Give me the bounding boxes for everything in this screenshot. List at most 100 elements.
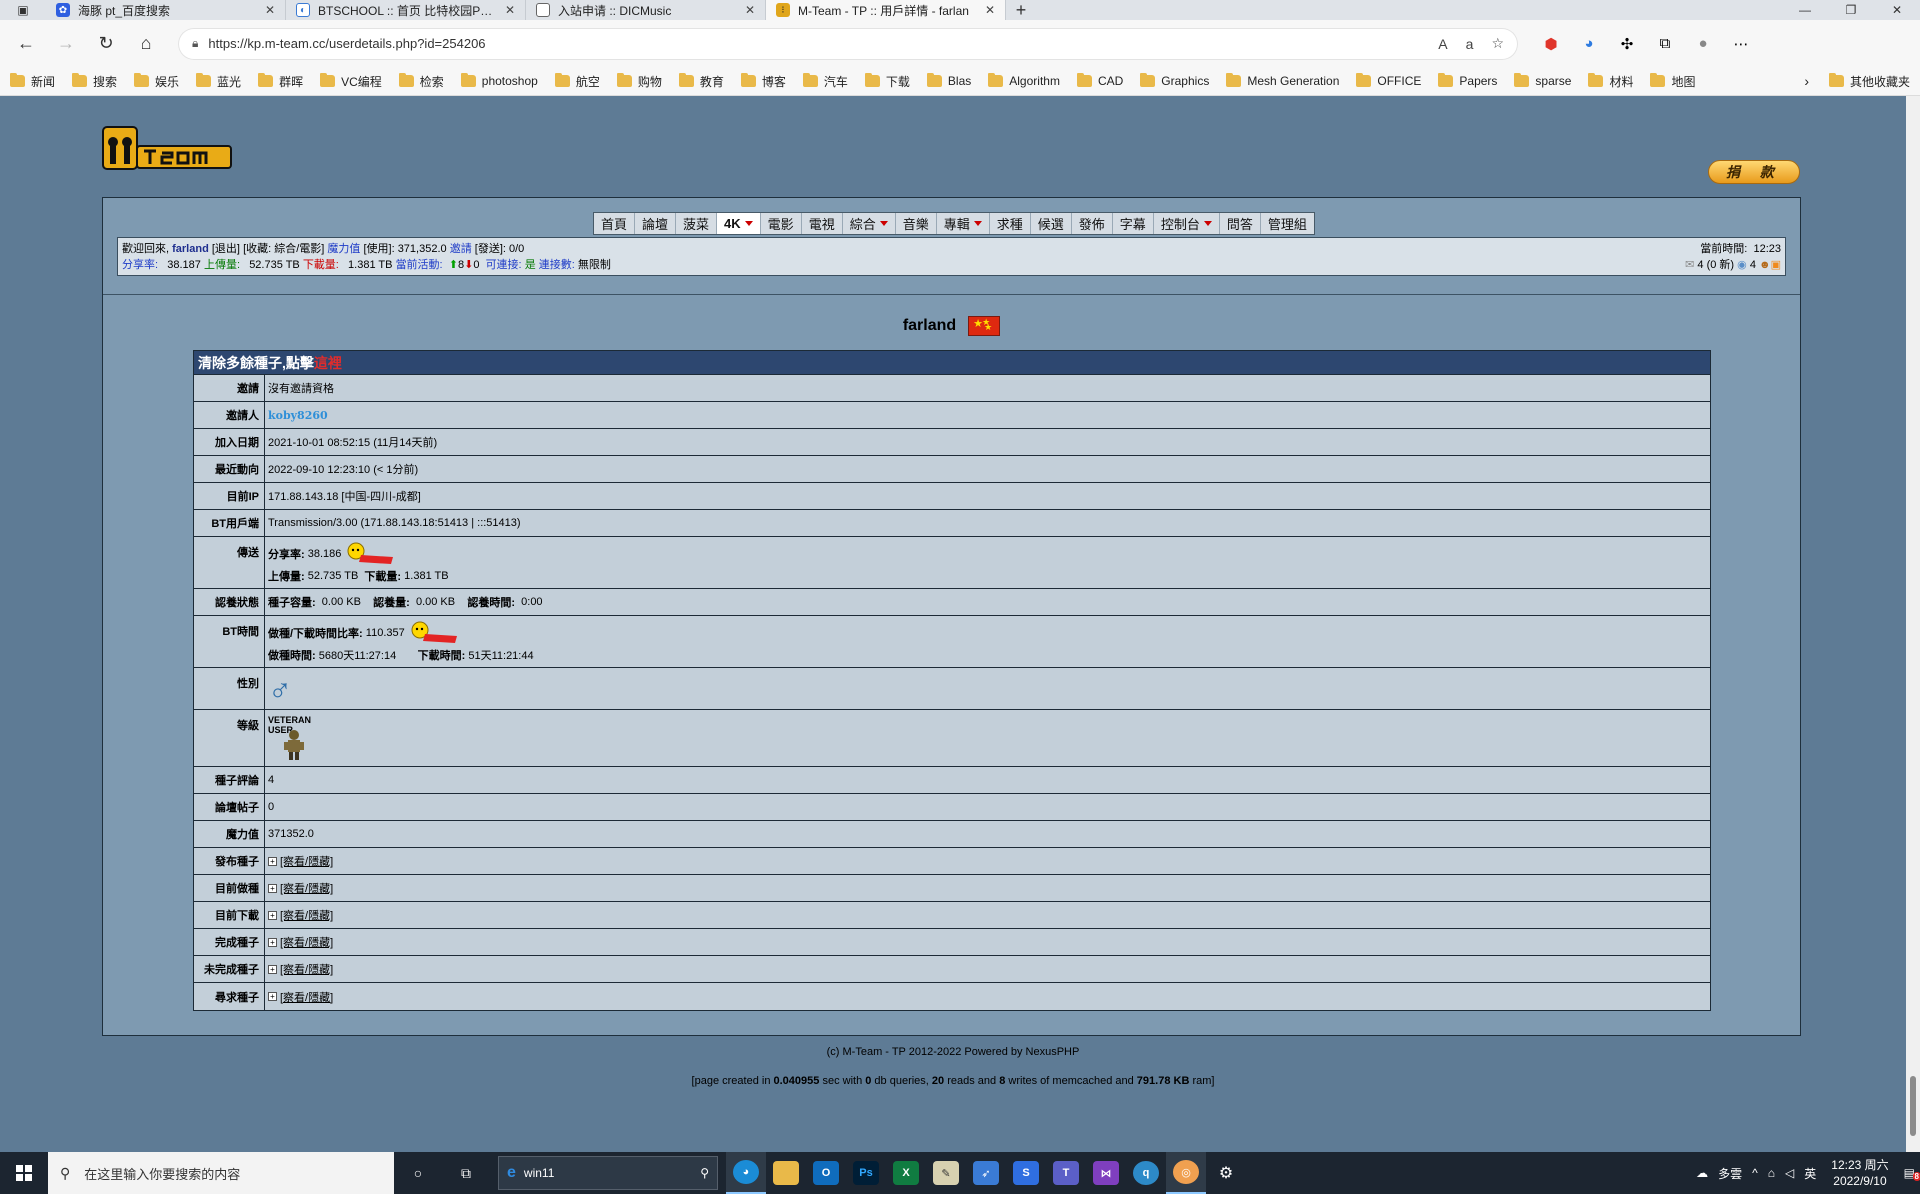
mteam-logo[interactable] bbox=[102, 126, 232, 170]
bookmark-folder[interactable]: Graphics bbox=[1140, 73, 1209, 88]
bookmark-folder[interactable]: 群晖 bbox=[258, 73, 303, 90]
excel-icon[interactable]: X bbox=[886, 1152, 926, 1194]
bookmark-folder[interactable]: 材料 bbox=[1588, 73, 1633, 90]
toggle-uploaded-link[interactable]: [察看/隱藏] bbox=[280, 853, 333, 869]
expand-plus-icon[interactable]: + bbox=[268, 910, 277, 920]
bookmark-folder[interactable]: Algorithm bbox=[988, 73, 1060, 88]
show-hidden-icons[interactable]: ^ bbox=[1752, 1166, 1758, 1180]
bookmark-folder[interactable]: 博客 bbox=[740, 73, 786, 90]
minimize-icon[interactable]: — bbox=[1782, 0, 1828, 20]
app-s-icon[interactable]: S bbox=[1006, 1152, 1046, 1194]
more-menu-icon[interactable]: ⋯ bbox=[1722, 35, 1760, 53]
extension-red-icon[interactable]: ⬢ bbox=[1532, 35, 1570, 53]
invite-link[interactable]: 邀請 bbox=[450, 241, 472, 257]
bookmark-folder[interactable]: 新闻 bbox=[10, 73, 55, 90]
username-link[interactable]: farland bbox=[172, 241, 209, 257]
bookmark-folder[interactable]: 地图 bbox=[1650, 73, 1695, 90]
other-favorites[interactable]: 其他收藏夹 bbox=[1828, 73, 1910, 90]
menu-upload[interactable]: 發佈 bbox=[1072, 213, 1113, 234]
bookmark-folder[interactable]: 检索 bbox=[398, 73, 444, 90]
outlook-icon[interactable]: O bbox=[806, 1152, 846, 1194]
menu-home[interactable]: 首頁 bbox=[594, 213, 636, 234]
address-input[interactable]: 🔒︎ https://kp.m-team.cc/userdetails.php?… bbox=[178, 27, 1518, 60]
menu-bets[interactable]: 菠菜 bbox=[676, 213, 718, 234]
bookmark-folder[interactable]: 娱乐 bbox=[134, 73, 179, 90]
new-tab-icon[interactable]: + bbox=[1006, 0, 1036, 20]
extension-blue-icon[interactable]: ◕ bbox=[1570, 35, 1608, 53]
bonus-link[interactable]: 魔力值 bbox=[327, 241, 360, 257]
photoshop-icon[interactable]: Ps bbox=[846, 1152, 886, 1194]
bookmark-folder[interactable]: VC编程 bbox=[320, 73, 382, 90]
menu-forum[interactable]: 論壇 bbox=[635, 213, 677, 234]
expand-plus-icon[interactable]: + bbox=[268, 937, 277, 947]
toggle-requests-link[interactable]: [察看/隱藏] bbox=[280, 989, 333, 1005]
file-explorer-icon[interactable] bbox=[766, 1152, 806, 1194]
bookmark-folder[interactable]: OFFICE bbox=[1356, 73, 1421, 88]
tab-btschool[interactable]: ◐ BTSCHOOL :: 首页 比特校园PT小 ✕ bbox=[286, 0, 526, 20]
expand-plus-icon[interactable]: + bbox=[268, 883, 277, 893]
collections-icon[interactable]: ⧉ bbox=[1646, 35, 1684, 53]
back-icon[interactable]: ← bbox=[6, 24, 46, 64]
profile-avatar-icon[interactable]: ● bbox=[1684, 35, 1722, 53]
feather-app-icon[interactable]: ➶ bbox=[966, 1152, 1006, 1194]
messages-count[interactable]: 4 (0 新) bbox=[1697, 257, 1734, 273]
clock[interactable]: 12:23 周六 2022/9/10 bbox=[1831, 1157, 1888, 1189]
user-icon[interactable]: ☻ bbox=[1759, 257, 1771, 273]
extensions-icon[interactable]: ✣ bbox=[1608, 35, 1646, 53]
toggle-seeding-link[interactable]: [察看/隱藏] bbox=[280, 880, 333, 896]
bookmark-folder[interactable]: CAD bbox=[1076, 73, 1123, 88]
visual-studio-icon[interactable]: ⋈ bbox=[1086, 1152, 1126, 1194]
close-window-icon[interactable]: ✕ bbox=[1874, 0, 1920, 20]
bookmark-folder[interactable]: 汽车 bbox=[802, 73, 848, 90]
network-icon[interactable]: ⌂ bbox=[1768, 1166, 1775, 1180]
settings-icon[interactable]: ⚙ bbox=[1206, 1152, 1246, 1194]
ime-indicator[interactable]: 英 bbox=[1804, 1165, 1816, 1182]
logout-link[interactable]: [退出] bbox=[212, 241, 240, 257]
close-tab-icon[interactable]: ✕ bbox=[505, 3, 515, 17]
menu-4k[interactable]: 4K bbox=[717, 213, 761, 234]
translate-icon[interactable]: a bbox=[1466, 36, 1474, 52]
menu-subtitles[interactable]: 字幕 bbox=[1113, 213, 1154, 234]
qbittorrent-icon[interactable]: q bbox=[1126, 1152, 1166, 1194]
bookmark-folder[interactable]: 教育 bbox=[678, 73, 724, 90]
lock-icon[interactable]: 🔒︎ bbox=[192, 36, 198, 51]
menu-faq[interactable]: 問答 bbox=[1220, 213, 1261, 234]
bookmark-folder[interactable]: Papers bbox=[1438, 73, 1497, 88]
read-aloud-icon[interactable]: A bbox=[1438, 36, 1447, 52]
menu-requests[interactable]: 求種 bbox=[990, 213, 1031, 234]
taskbar-search-input[interactable]: ⚲ 在这里输入你要搜索的内容 bbox=[48, 1152, 394, 1194]
tab-actions-icon[interactable]: ▣ bbox=[0, 0, 46, 20]
ie-address-box[interactable]: e win11 ⚲ bbox=[498, 1156, 718, 1190]
toggle-incomplete-link[interactable]: [察看/隱藏] bbox=[280, 961, 333, 977]
favorite-star-icon[interactable]: ☆ bbox=[1491, 35, 1504, 52]
bookmark-folder[interactable]: Blas bbox=[926, 73, 971, 88]
bookmarks-overflow-icon[interactable]: › bbox=[1804, 73, 1809, 89]
rss-icon[interactable]: ▣ bbox=[1771, 257, 1781, 273]
close-tab-icon[interactable]: ✕ bbox=[745, 3, 755, 17]
menu-albums[interactable]: 專輯 bbox=[937, 213, 990, 234]
menu-general[interactable]: 綜合 bbox=[843, 213, 896, 234]
volume-icon[interactable]: ◁ bbox=[1785, 1166, 1794, 1180]
menu-movies[interactable]: 電影 bbox=[761, 213, 802, 234]
page-scrollbar[interactable] bbox=[1906, 96, 1920, 1152]
cortana-icon[interactable]: ○ bbox=[394, 1152, 442, 1194]
donate-button[interactable]: 捐 款 bbox=[1708, 160, 1800, 184]
bookmark-folder[interactable]: photoshop bbox=[460, 73, 538, 88]
menu-staff[interactable]: 管理組 bbox=[1261, 213, 1314, 234]
favorites-text[interactable]: [收藏: 綜合/電影] bbox=[243, 241, 324, 257]
notification-icon[interactable]: ▤ 8 bbox=[1904, 1166, 1920, 1181]
tab-dicmusic[interactable]: 入站申请 :: DICMusic ✕ bbox=[526, 0, 766, 20]
bookmark-folder[interactable]: 搜索 bbox=[72, 73, 117, 90]
forward-icon[interactable]: → bbox=[46, 24, 86, 64]
inbox-icon[interactable]: ✉ bbox=[1685, 257, 1694, 273]
tab-baidu[interactable]: ✿ 海豚 pt_百度搜索 ✕ bbox=[46, 0, 286, 20]
bookmark-folder[interactable]: 购物 bbox=[616, 73, 662, 90]
inviter-link[interactable]: koby8260 bbox=[268, 409, 328, 422]
task-view-icon[interactable]: ⧉ bbox=[442, 1152, 490, 1194]
bookmark-folder[interactable]: sparse bbox=[1514, 73, 1571, 88]
menu-control-panel[interactable]: 控制台 bbox=[1154, 213, 1220, 234]
expand-plus-icon[interactable]: + bbox=[268, 964, 277, 974]
teams-icon[interactable]: T bbox=[1046, 1152, 1086, 1194]
toggle-completed-link[interactable]: [察看/隱藏] bbox=[280, 934, 333, 950]
toggle-leeching-link[interactable]: [察看/隱藏] bbox=[280, 907, 333, 923]
